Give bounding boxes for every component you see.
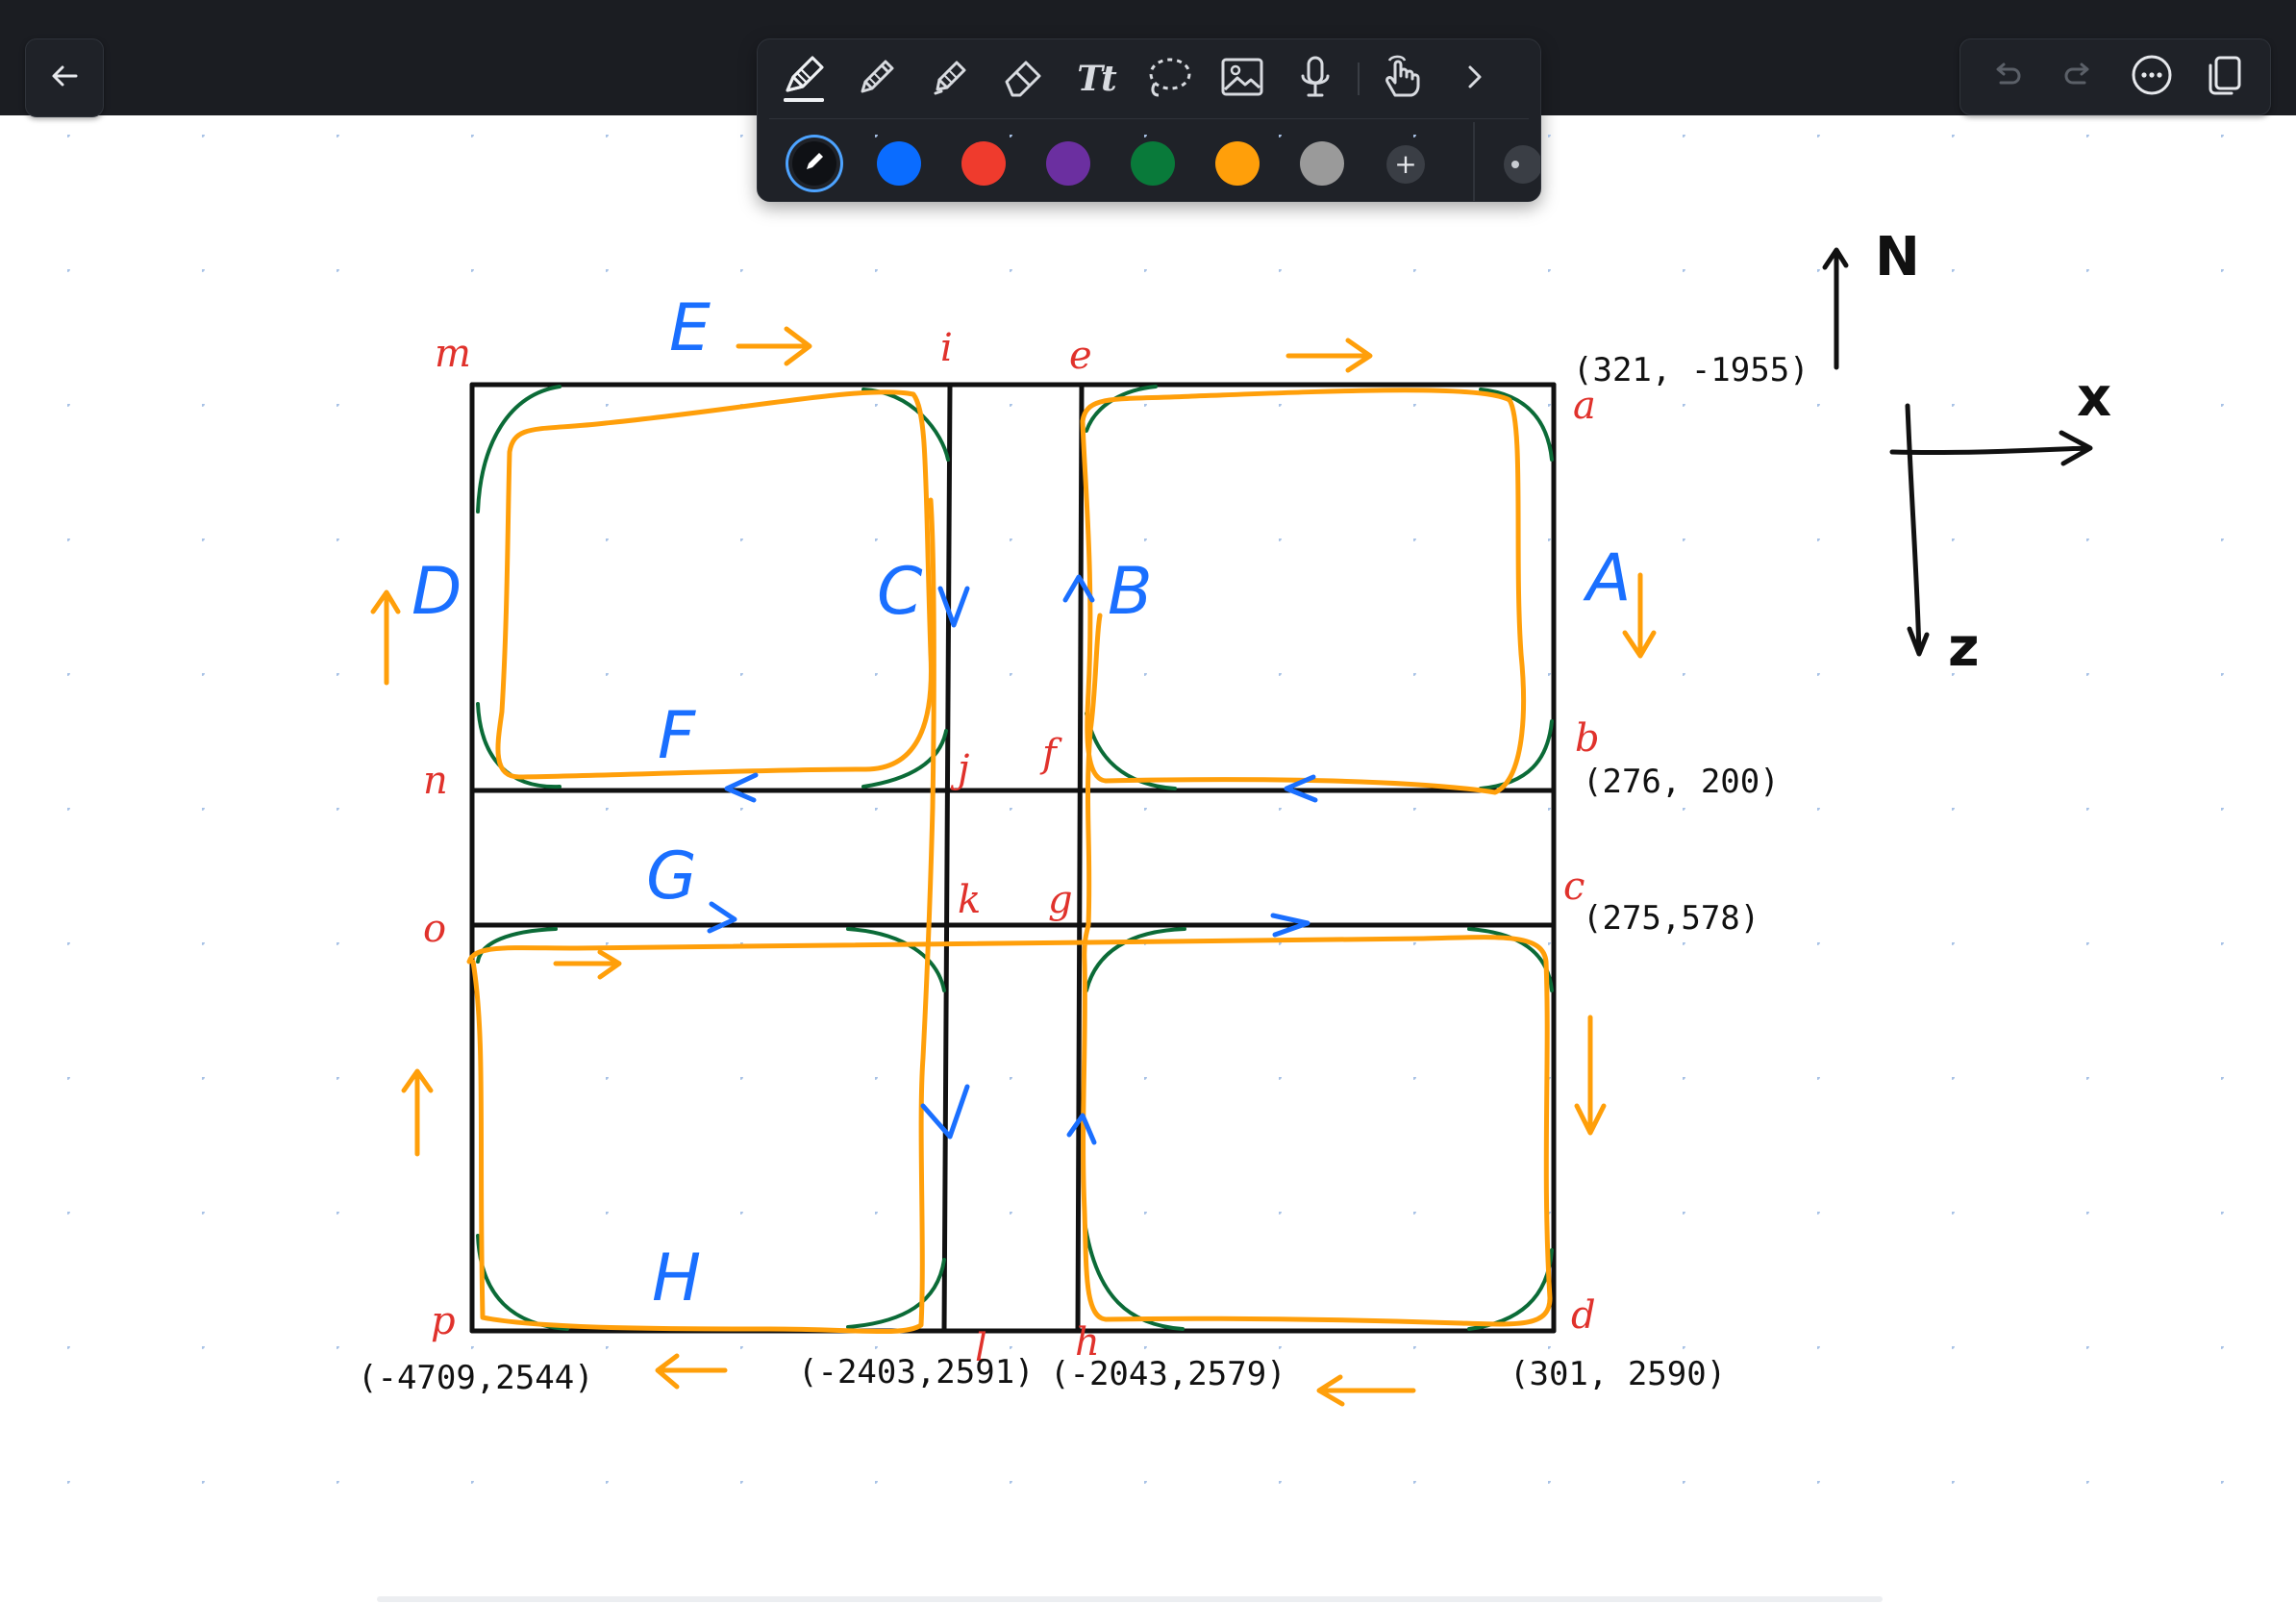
- pages-button[interactable]: [2195, 48, 2253, 106]
- document-actions: [1959, 38, 2271, 115]
- coordinate-h: (-2043,2579): [1050, 1355, 1286, 1393]
- horizontal-scroll-indicator[interactable]: [377, 1596, 1883, 1602]
- more-tools-button[interactable]: [1438, 39, 1511, 118]
- highlighter-icon: [926, 53, 974, 106]
- vertex-label-g: g: [1048, 878, 1073, 922]
- redo-button[interactable]: [2050, 48, 2108, 106]
- text-tool[interactable]: Tt: [1060, 39, 1133, 118]
- finger-touch-icon: [1378, 51, 1426, 108]
- toolbar-separator: [1358, 63, 1360, 95]
- vertex-label-d: d: [1571, 1293, 1596, 1338]
- image-icon: [1218, 55, 1266, 104]
- road-label-G: G: [646, 839, 697, 915]
- vertex-label-a: a: [1573, 384, 1596, 428]
- microphone-icon: [1296, 53, 1335, 106]
- vertex-label-k: k: [958, 878, 982, 922]
- ellipsis-circle-icon: [2129, 52, 2175, 103]
- microphone-tool[interactable]: [1279, 39, 1352, 118]
- vertex-label-n: n: [423, 759, 448, 803]
- road-label-H: H: [652, 1241, 702, 1316]
- road-label-A: A: [1586, 540, 1632, 616]
- eraser-icon: [999, 53, 1047, 106]
- back-button[interactable]: [25, 38, 104, 117]
- pencil-tool[interactable]: [840, 39, 913, 118]
- highlighter-tool[interactable]: [913, 39, 986, 118]
- road-label-E: E: [669, 290, 711, 366]
- coordinate-d: (301, 2590): [1510, 1355, 1727, 1393]
- vertex-label-f: f: [1042, 732, 1057, 776]
- vertex-label-p: p: [431, 1299, 456, 1343]
- x-axis-label: x: [2077, 366, 2112, 429]
- road-label-C: C: [877, 554, 923, 630]
- vertex-label-i: i: [940, 326, 953, 370]
- lasso-icon: [1143, 53, 1195, 106]
- pages-icon: [2203, 52, 2245, 103]
- coordinate-l: (-2403,2591): [798, 1353, 1035, 1391]
- coordinate-p: (-4709,2544): [358, 1359, 594, 1397]
- coordinate-b: (276, 200): [1583, 763, 1780, 801]
- north-label: N: [1875, 226, 1920, 288]
- note-canvas[interactable]: m i e a n j f b o k g c p l h d E D C B …: [0, 115, 2296, 1604]
- text-icon: Tt: [1077, 59, 1116, 99]
- vertex-label-e: e: [1069, 334, 1092, 378]
- hand-tool[interactable]: [1365, 39, 1438, 118]
- vertex-label-m: m: [435, 332, 471, 376]
- drawing-tools-row: Tt: [758, 39, 1540, 118]
- more-options-button[interactable]: [2123, 48, 2181, 106]
- vertex-label-b: b: [1575, 716, 1600, 761]
- undo-button[interactable]: [1978, 48, 2035, 106]
- pen-tool[interactable]: [767, 39, 840, 118]
- pencil-icon: [853, 53, 901, 106]
- vertex-label-o: o: [423, 907, 447, 951]
- fountain-pen-icon: [778, 48, 830, 111]
- road-label-B: B: [1108, 554, 1153, 630]
- chevron-right-icon: [1460, 58, 1489, 101]
- lasso-tool[interactable]: [1133, 39, 1206, 118]
- road-label-D: D: [412, 554, 462, 630]
- coordinate-a: (321, -1955): [1573, 351, 1809, 389]
- image-tool[interactable]: [1206, 39, 1279, 118]
- z-axis-label: z: [1948, 616, 1980, 679]
- coordinate-c: (275,578): [1583, 899, 1760, 938]
- road-label-F: F: [658, 698, 696, 774]
- redo-icon: [2059, 56, 2098, 99]
- vertex-label-j: j: [958, 747, 970, 791]
- arrow-left-icon: [45, 57, 84, 100]
- eraser-tool[interactable]: [986, 39, 1060, 118]
- undo-icon: [1987, 56, 2026, 99]
